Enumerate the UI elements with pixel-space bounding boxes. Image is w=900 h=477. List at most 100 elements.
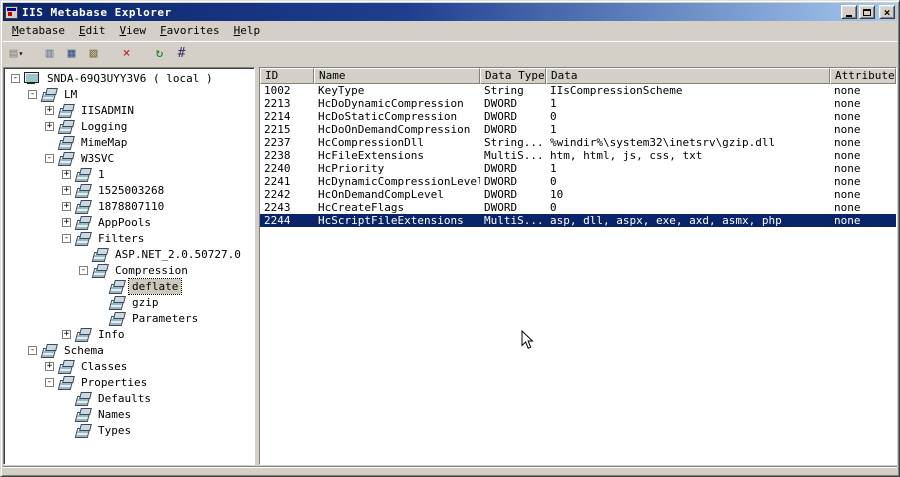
tree-node[interactable]: - SNDA-69Q3UYY3V6 ( local ) (4, 70, 254, 86)
cell-data: asp, dll, aspx, exe, axd, asmx, php (550, 214, 782, 227)
keys-icon (58, 360, 74, 373)
tree-node[interactable]: + Info (4, 326, 254, 342)
table-row[interactable]: 2240 HcPriority DWORD 1 none (260, 162, 896, 175)
tree-expander-icon[interactable] (45, 138, 54, 147)
table-row[interactable]: 2213 HcDoDynamicCompression DWORD 1 none (260, 97, 896, 110)
cell-name: HcPriority (318, 162, 385, 175)
tree-node[interactable]: Defaults (4, 390, 254, 406)
column-header[interactable]: Name (314, 68, 480, 84)
tree-node-label: Defaults (98, 391, 151, 405)
tree-node[interactable]: + 1 (4, 166, 254, 182)
table-row[interactable]: 1002 KeyType String IIsCompressionScheme… (260, 84, 896, 97)
tree-expander-icon[interactable]: + (62, 329, 71, 339)
tree-node[interactable]: + IISADMIN (4, 102, 254, 118)
menu-item[interactable]: View (112, 22, 153, 40)
column-header[interactable]: Attributes (830, 68, 896, 84)
table-row[interactable]: 2244 HcScriptFileExtensions MultiS... as… (260, 214, 896, 227)
tree-expander-icon[interactable] (96, 314, 105, 323)
menu-bar: Metabase Edit View Favorites Help (3, 21, 897, 41)
dropdown-arrow-icon[interactable]: ▾ (19, 49, 24, 58)
table-row[interactable]: 2241 HcDynamicCompressionLevel DWORD 0 n… (260, 175, 896, 188)
table-row[interactable]: 2243 HcCreateFlags DWORD 0 none (260, 201, 896, 214)
tree-node[interactable]: - LM (4, 86, 254, 102)
new-value-button[interactable]: ▥ (39, 44, 60, 63)
column-header[interactable]: ID (260, 68, 314, 84)
tree-expander-icon[interactable] (79, 250, 88, 259)
tree-node[interactable]: - W3SVC (4, 150, 254, 166)
column-header[interactable]: Data (546, 68, 830, 84)
tree-node-label: SNDA-69Q3UYY3V6 ( local ) (47, 71, 213, 85)
copy-button[interactable]: ▦ (61, 44, 82, 63)
tree-expander-icon[interactable]: - (79, 265, 88, 275)
tree-node[interactable]: - Filters (4, 230, 254, 246)
keys-icon (58, 120, 74, 133)
tree-node[interactable]: + Classes (4, 358, 254, 374)
tree-node[interactable]: + Logging (4, 118, 254, 134)
tree-expander-icon[interactable]: - (45, 153, 54, 163)
tree-expander-icon[interactable] (62, 426, 71, 435)
tree-node[interactable]: + 1878807110 (4, 198, 254, 214)
maximize-button[interactable] (859, 5, 875, 19)
tree-node[interactable]: - Compression (4, 262, 254, 278)
tree-expander-icon[interactable]: + (62, 201, 71, 211)
tree-node[interactable]: deflate (4, 277, 254, 295)
tree-node[interactable]: Names (4, 406, 254, 422)
tree-node[interactable]: + AppPools (4, 214, 254, 230)
close-button[interactable]: × (879, 5, 895, 19)
tree-expander-icon[interactable]: - (11, 73, 20, 83)
paste-button[interactable]: ▧ (83, 44, 104, 63)
tree-expander-icon[interactable]: - (28, 345, 37, 355)
tree-node[interactable]: + 1525003268 (4, 182, 254, 198)
tree-node[interactable]: ASP.NET_2.0.50727.0 (4, 246, 254, 262)
tree-expander-icon[interactable]: - (45, 377, 54, 387)
tree-expander-icon[interactable]: + (45, 105, 54, 115)
column-header[interactable]: Data Type (480, 68, 546, 84)
tree-node-label: Parameters (132, 311, 199, 325)
tree-node[interactable]: gzip (4, 294, 254, 310)
tree-expander-icon[interactable]: + (45, 121, 54, 131)
cell-attributes: none (834, 136, 861, 149)
tree-expander-icon[interactable] (96, 282, 105, 291)
tree-expander-icon[interactable] (96, 298, 105, 307)
refresh-button[interactable]: ↻ (149, 44, 170, 63)
menu-item[interactable]: Edit (72, 22, 113, 40)
table-row[interactable]: 2215 HcDoOnDemandCompression DWORD 1 non… (260, 123, 896, 136)
table-row[interactable]: 2237 HcCompressionDll String... %windir%… (260, 136, 896, 149)
tree-node-label: Schema (64, 343, 104, 357)
tree-node-label: MimeMap (81, 135, 128, 149)
table-row[interactable]: 2214 HcDoStaticCompression DWORD 0 none (260, 110, 896, 123)
tree-expander-icon[interactable]: + (45, 361, 54, 371)
tree-node[interactable]: Parameters (4, 310, 254, 326)
keys-icon (109, 296, 125, 309)
tree-expander-icon[interactable] (62, 410, 71, 419)
delete-button[interactable]: × (116, 44, 137, 63)
cell-attributes: none (834, 188, 861, 201)
tree-expander-icon[interactable] (62, 394, 71, 403)
tree-expander-icon[interactable]: + (62, 169, 71, 179)
app-icon[interactable] (5, 5, 18, 19)
toolbar-icon: ▤ (9, 45, 18, 61)
tree-node[interactable]: - Schema (4, 342, 254, 358)
tree-expander-icon[interactable]: + (62, 217, 71, 227)
tree-expander-icon[interactable]: - (62, 233, 71, 243)
menu-item[interactable]: Metabase (5, 22, 72, 40)
table-row[interactable]: 2242 HcOnDemandCompLevel DWORD 10 none (260, 188, 896, 201)
menu-item[interactable]: Help (227, 22, 268, 40)
tree-expander-icon[interactable]: + (62, 185, 71, 195)
new-key-button[interactable]: ▤ ▾ (6, 44, 27, 63)
close-icon: × (883, 5, 891, 19)
tree-node-label: Properties (81, 375, 148, 389)
tree-node[interactable]: Types (4, 422, 254, 438)
connect-button[interactable]: # (171, 44, 192, 63)
toolbar-icon: × (122, 45, 131, 61)
tree-node[interactable]: - Properties (4, 374, 254, 390)
tree-node[interactable]: MimeMap (4, 134, 254, 150)
tree-expander-icon[interactable]: - (28, 89, 37, 99)
cell-data-type: DWORD (484, 97, 518, 110)
tree-node-label: 1525003268 (98, 183, 165, 197)
cell-data-type: MultiS... (484, 214, 544, 227)
menu-item[interactable]: Favorites (153, 22, 227, 40)
cell-data: htm, html, js, css, txt (550, 149, 703, 162)
table-row[interactable]: 2238 HcFileExtensions MultiS... htm, htm… (260, 149, 896, 162)
minimize-button[interactable] (841, 5, 857, 19)
